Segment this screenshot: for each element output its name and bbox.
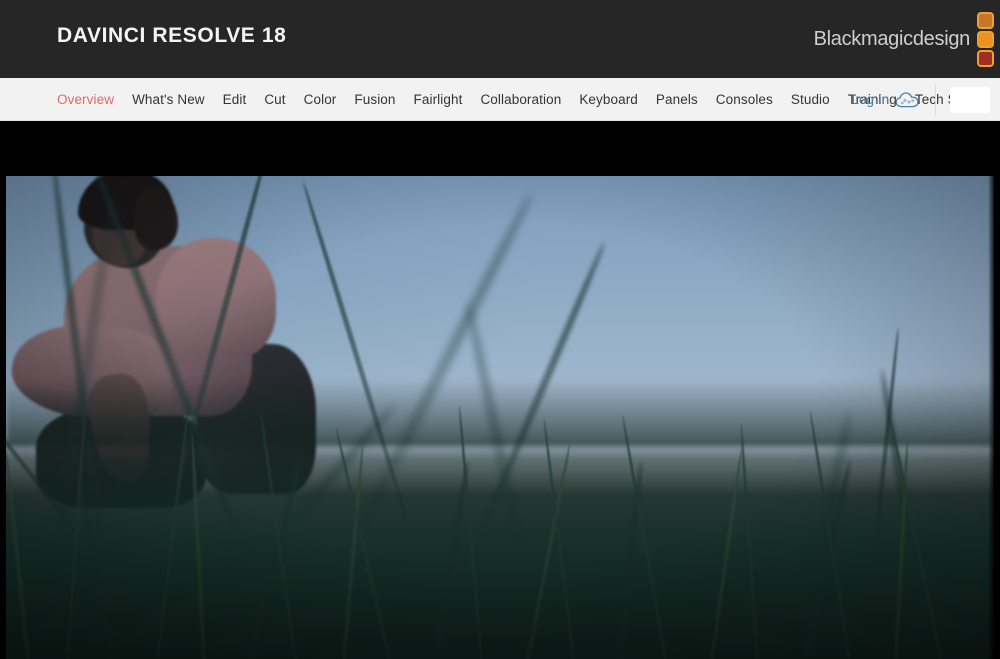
nav-item-fusion[interactable]: Fusion bbox=[345, 92, 404, 107]
brand-square-bottom-icon bbox=[977, 49, 994, 67]
nav-item-whats-new[interactable]: What's New bbox=[123, 92, 214, 107]
nav-item-overview[interactable]: Overview bbox=[57, 92, 123, 107]
nav-item-consoles[interactable]: Consoles bbox=[707, 92, 782, 107]
hero-image bbox=[6, 176, 994, 659]
account-button[interactable] bbox=[950, 86, 990, 113]
site-header: DAVINCI RESOLVE 18 Blackmagicdesign bbox=[0, 0, 1000, 78]
figure-hair-side bbox=[134, 186, 178, 250]
nav-item-cut[interactable]: Cut bbox=[255, 92, 294, 107]
nav-item-keyboard[interactable]: Keyboard bbox=[570, 92, 647, 107]
brand-wordmark: Blackmagicdesign bbox=[813, 27, 971, 50]
nav-item-panels[interactable]: Panels bbox=[647, 92, 707, 107]
nav-item-collaboration[interactable]: Collaboration bbox=[471, 92, 570, 107]
blackmagic-design-logo[interactable]: Blackmagicdesign bbox=[814, 8, 994, 70]
image-right-edge bbox=[988, 176, 994, 659]
brand-mark-icon bbox=[977, 11, 994, 67]
brand-square-middle-icon bbox=[977, 30, 994, 48]
hero-video-frame[interactable] bbox=[6, 176, 994, 659]
hero-top-spacer bbox=[0, 121, 1000, 176]
brand-square-top-icon bbox=[977, 11, 994, 29]
page-title: DAVINCI RESOLVE 18 bbox=[57, 24, 287, 47]
login-label: Log In bbox=[851, 92, 889, 107]
nav-item-studio[interactable]: Studio bbox=[782, 92, 839, 107]
cloud-icon bbox=[895, 91, 919, 107]
nav-divider bbox=[935, 84, 936, 115]
nav-item-edit[interactable]: Edit bbox=[214, 92, 256, 107]
nav-item-color[interactable]: Color bbox=[295, 92, 346, 107]
primary-navigation: Overview What's New Edit Cut Color Fusio… bbox=[0, 78, 1000, 121]
login-button[interactable]: Log In bbox=[851, 91, 935, 109]
nav-item-fairlight[interactable]: Fairlight bbox=[405, 92, 472, 107]
nav-utility-area: Log In bbox=[851, 78, 1000, 121]
